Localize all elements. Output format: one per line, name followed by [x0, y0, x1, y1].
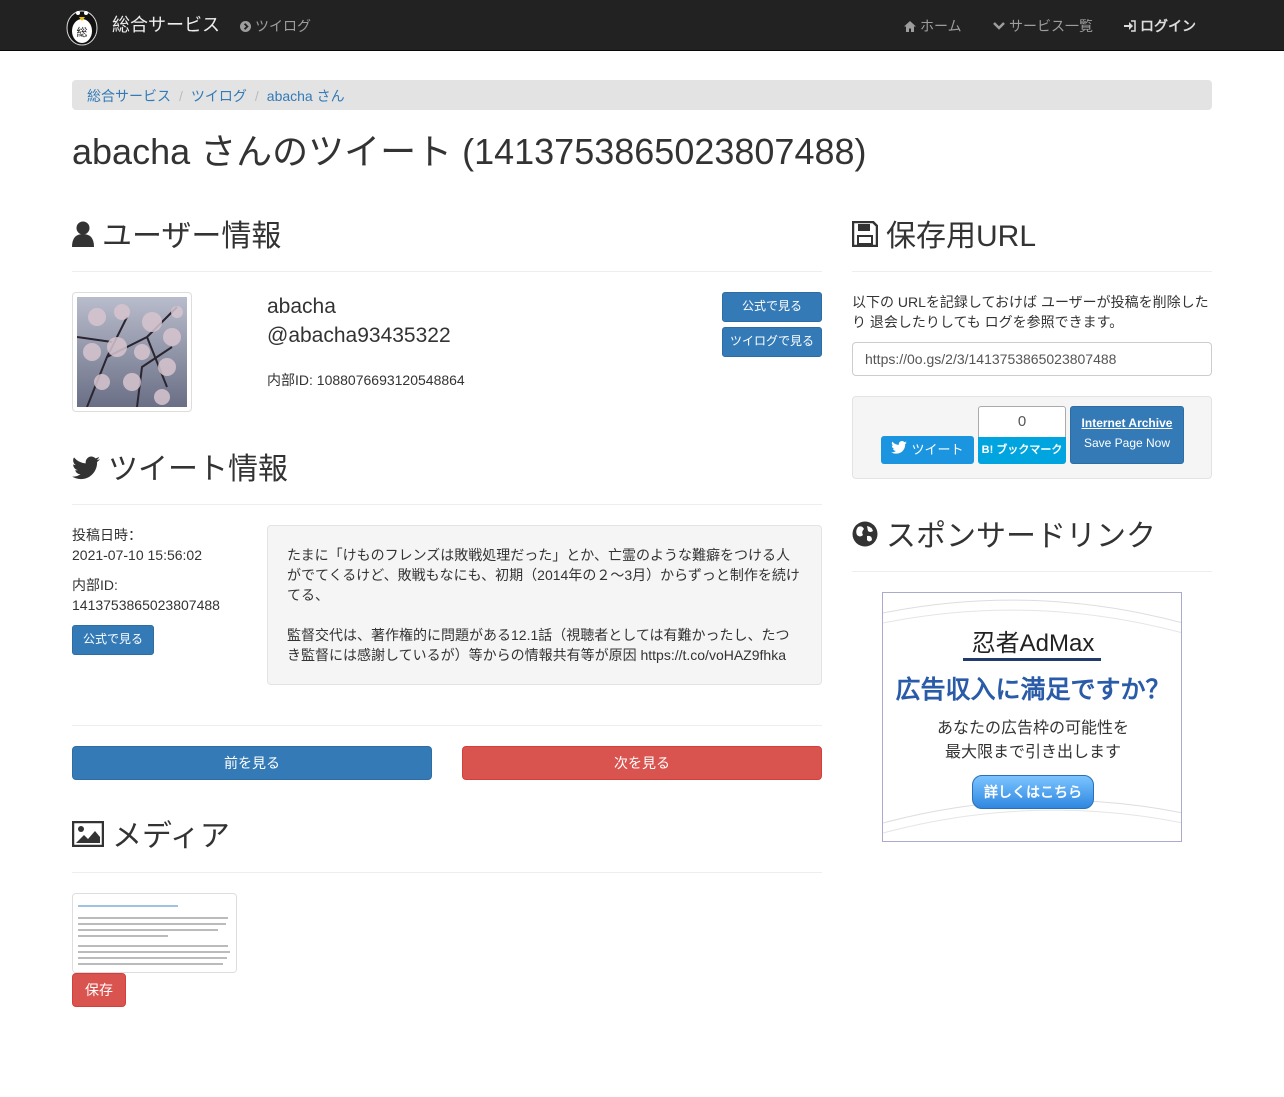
- divider: [72, 872, 822, 873]
- save-url-heading: 保存用URL: [851, 216, 1037, 260]
- hatena-bookmark-count: 0: [978, 406, 1066, 437]
- user-info-heading-text: ユーザー情報: [102, 220, 282, 253]
- internet-archive-button[interactable]: Internet Archive Save Page Now: [1070, 406, 1184, 464]
- breadcrumb-link-twilog[interactable]: ツイログ: [191, 88, 247, 104]
- nav-link-home-label: ホーム: [920, 18, 962, 34]
- nav-dropdown-services[interactable]: サービス一覧: [993, 16, 1093, 36]
- tweet-info-heading-text: ツイート情報: [108, 453, 288, 486]
- tweet-share-button[interactable]: ツイート: [881, 436, 974, 464]
- sponsor-ad-banner[interactable]: 忍者AdMax 広告収入に満足ですか？ あなたの広告枠の可能性を 最大限まで引き…: [882, 592, 1182, 842]
- save-url-description: 以下の URLを記録しておけば ユーザーが投稿を削除したり 退会したりしても ロ…: [852, 294, 1209, 330]
- posted-at-label: 投稿日時：: [72, 527, 142, 543]
- ad-logo: 忍者AdMax: [971, 630, 1095, 657]
- penguin-logo-icon[interactable]: 総: [60, 2, 104, 46]
- ad-subtext-line: あなたの広告枠の可能性を: [936, 720, 1129, 737]
- tweet-id-label: 内部ID:: [72, 577, 118, 593]
- posted-at-value: 2021-07-10 15:56:02: [72, 547, 202, 563]
- breadcrumb-link-user[interactable]: abacha さん: [267, 88, 345, 104]
- divider: [72, 725, 822, 726]
- user-info-heading: ユーザー情報: [72, 216, 281, 260]
- view-official-button[interactable]: 公式で見る: [722, 292, 822, 322]
- nav-link-login-label: ログイン: [1140, 18, 1196, 34]
- user-internal-id: 内部ID: 1088076693120548864: [267, 372, 465, 388]
- avatar-image: [76, 297, 187, 408]
- nav-link-twilog[interactable]: ツイログ: [240, 16, 311, 36]
- ad-subtext: あなたの広告枠の可能性を 最大限まで引き出します: [883, 717, 1181, 765]
- page-title: abacha さんのツイート (1413753865023807488): [72, 131, 867, 172]
- tweet-info-heading: ツイート情報: [72, 449, 288, 493]
- save-url-input[interactable]: [852, 342, 1212, 376]
- ad-logo-underline: [963, 658, 1101, 661]
- sponsor-heading: スポンサードリンク: [852, 516, 1156, 560]
- tweet-text-box: たまに「けものフレンズは敗戦処理だった」とか、亡霊のような難癖をつける人がでてく…: [267, 525, 822, 685]
- divider: [72, 504, 822, 505]
- ad-headline: 広告収入に満足ですか？: [895, 676, 1171, 704]
- breadcrumb-link-home[interactable]: 総合サービス: [87, 88, 171, 104]
- hatena-bookmark-button[interactable]: B! ブックマーク: [978, 437, 1066, 464]
- globe-icon: [852, 517, 878, 560]
- breadcrumb: 総合サービス / ツイログ / abacha さん: [72, 80, 1212, 110]
- svg-text:総: 総: [77, 25, 88, 39]
- media-image: [73, 894, 236, 972]
- media-save-button[interactable]: 保存: [72, 973, 126, 1007]
- ad-cta-button[interactable]: 詳しくはこちら: [972, 775, 1094, 809]
- sponsor-heading-text: スポンサードリンク: [886, 520, 1156, 553]
- nav-link-twilog-label: ツイログ: [255, 18, 311, 34]
- tweet-view-official-button[interactable]: 公式で見る: [72, 625, 154, 655]
- twitter-icon: [72, 450, 100, 493]
- next-tweet-button[interactable]: 次を見る: [462, 746, 822, 780]
- save-url-heading-text: 保存用URL: [886, 220, 1037, 253]
- brand-name[interactable]: 総合サービス: [112, 13, 220, 39]
- divider: [72, 271, 822, 272]
- view-twilog-button[interactable]: ツイログで見る: [722, 327, 822, 357]
- internet-archive-title: Internet Archive: [1081, 416, 1173, 430]
- ad-subtext-line: 最大限まで引き出します: [944, 744, 1121, 761]
- navbar: 総 総合サービス ツイログ ホーム サービス一覧 ログイン: [0, 0, 1284, 51]
- picture-icon: [71, 817, 105, 860]
- user-icon: [72, 217, 94, 260]
- sign-in-icon: [1124, 16, 1136, 36]
- breadcrumb-separator: /: [254, 88, 259, 104]
- media-thumbnail[interactable]: [72, 893, 237, 973]
- twitter-bird-icon: [891, 440, 908, 460]
- tweet-share-label: ツイート: [911, 441, 964, 457]
- prev-tweet-button[interactable]: 前を見る: [72, 746, 432, 780]
- nav-link-home[interactable]: ホーム: [904, 16, 962, 36]
- media-heading-text: メディア: [112, 820, 230, 853]
- media-heading: メディア: [71, 816, 230, 860]
- nav-link-login[interactable]: ログイン: [1124, 16, 1196, 36]
- divider: [852, 571, 1212, 572]
- user-handle: @abacha93435322: [267, 324, 451, 347]
- internet-archive-subtitle: Save Page Now: [1083, 436, 1171, 451]
- floppy-disk-icon: [851, 217, 879, 260]
- divider: [852, 271, 1212, 272]
- tweet-text-paragraph: 監督交代は、著作権的に問題がある12.1話（視聴者としては有難かったし、たつき監…: [287, 627, 790, 663]
- tweet-text-paragraph: たまに「けものフレンズは敗戦処理だった」とか、亡霊のような難癖をつける人がでてく…: [287, 547, 800, 603]
- user-name: abacha: [267, 295, 336, 318]
- breadcrumb-separator: /: [179, 88, 183, 104]
- chevron-down-icon: [993, 16, 1005, 36]
- nav-dropdown-services-label: サービス一覧: [1009, 18, 1093, 34]
- home-icon: [904, 16, 916, 36]
- tweet-id-value: 1413753865023807488: [72, 597, 220, 613]
- avatar: [72, 292, 192, 412]
- chevron-circle-right-icon: [240, 16, 251, 36]
